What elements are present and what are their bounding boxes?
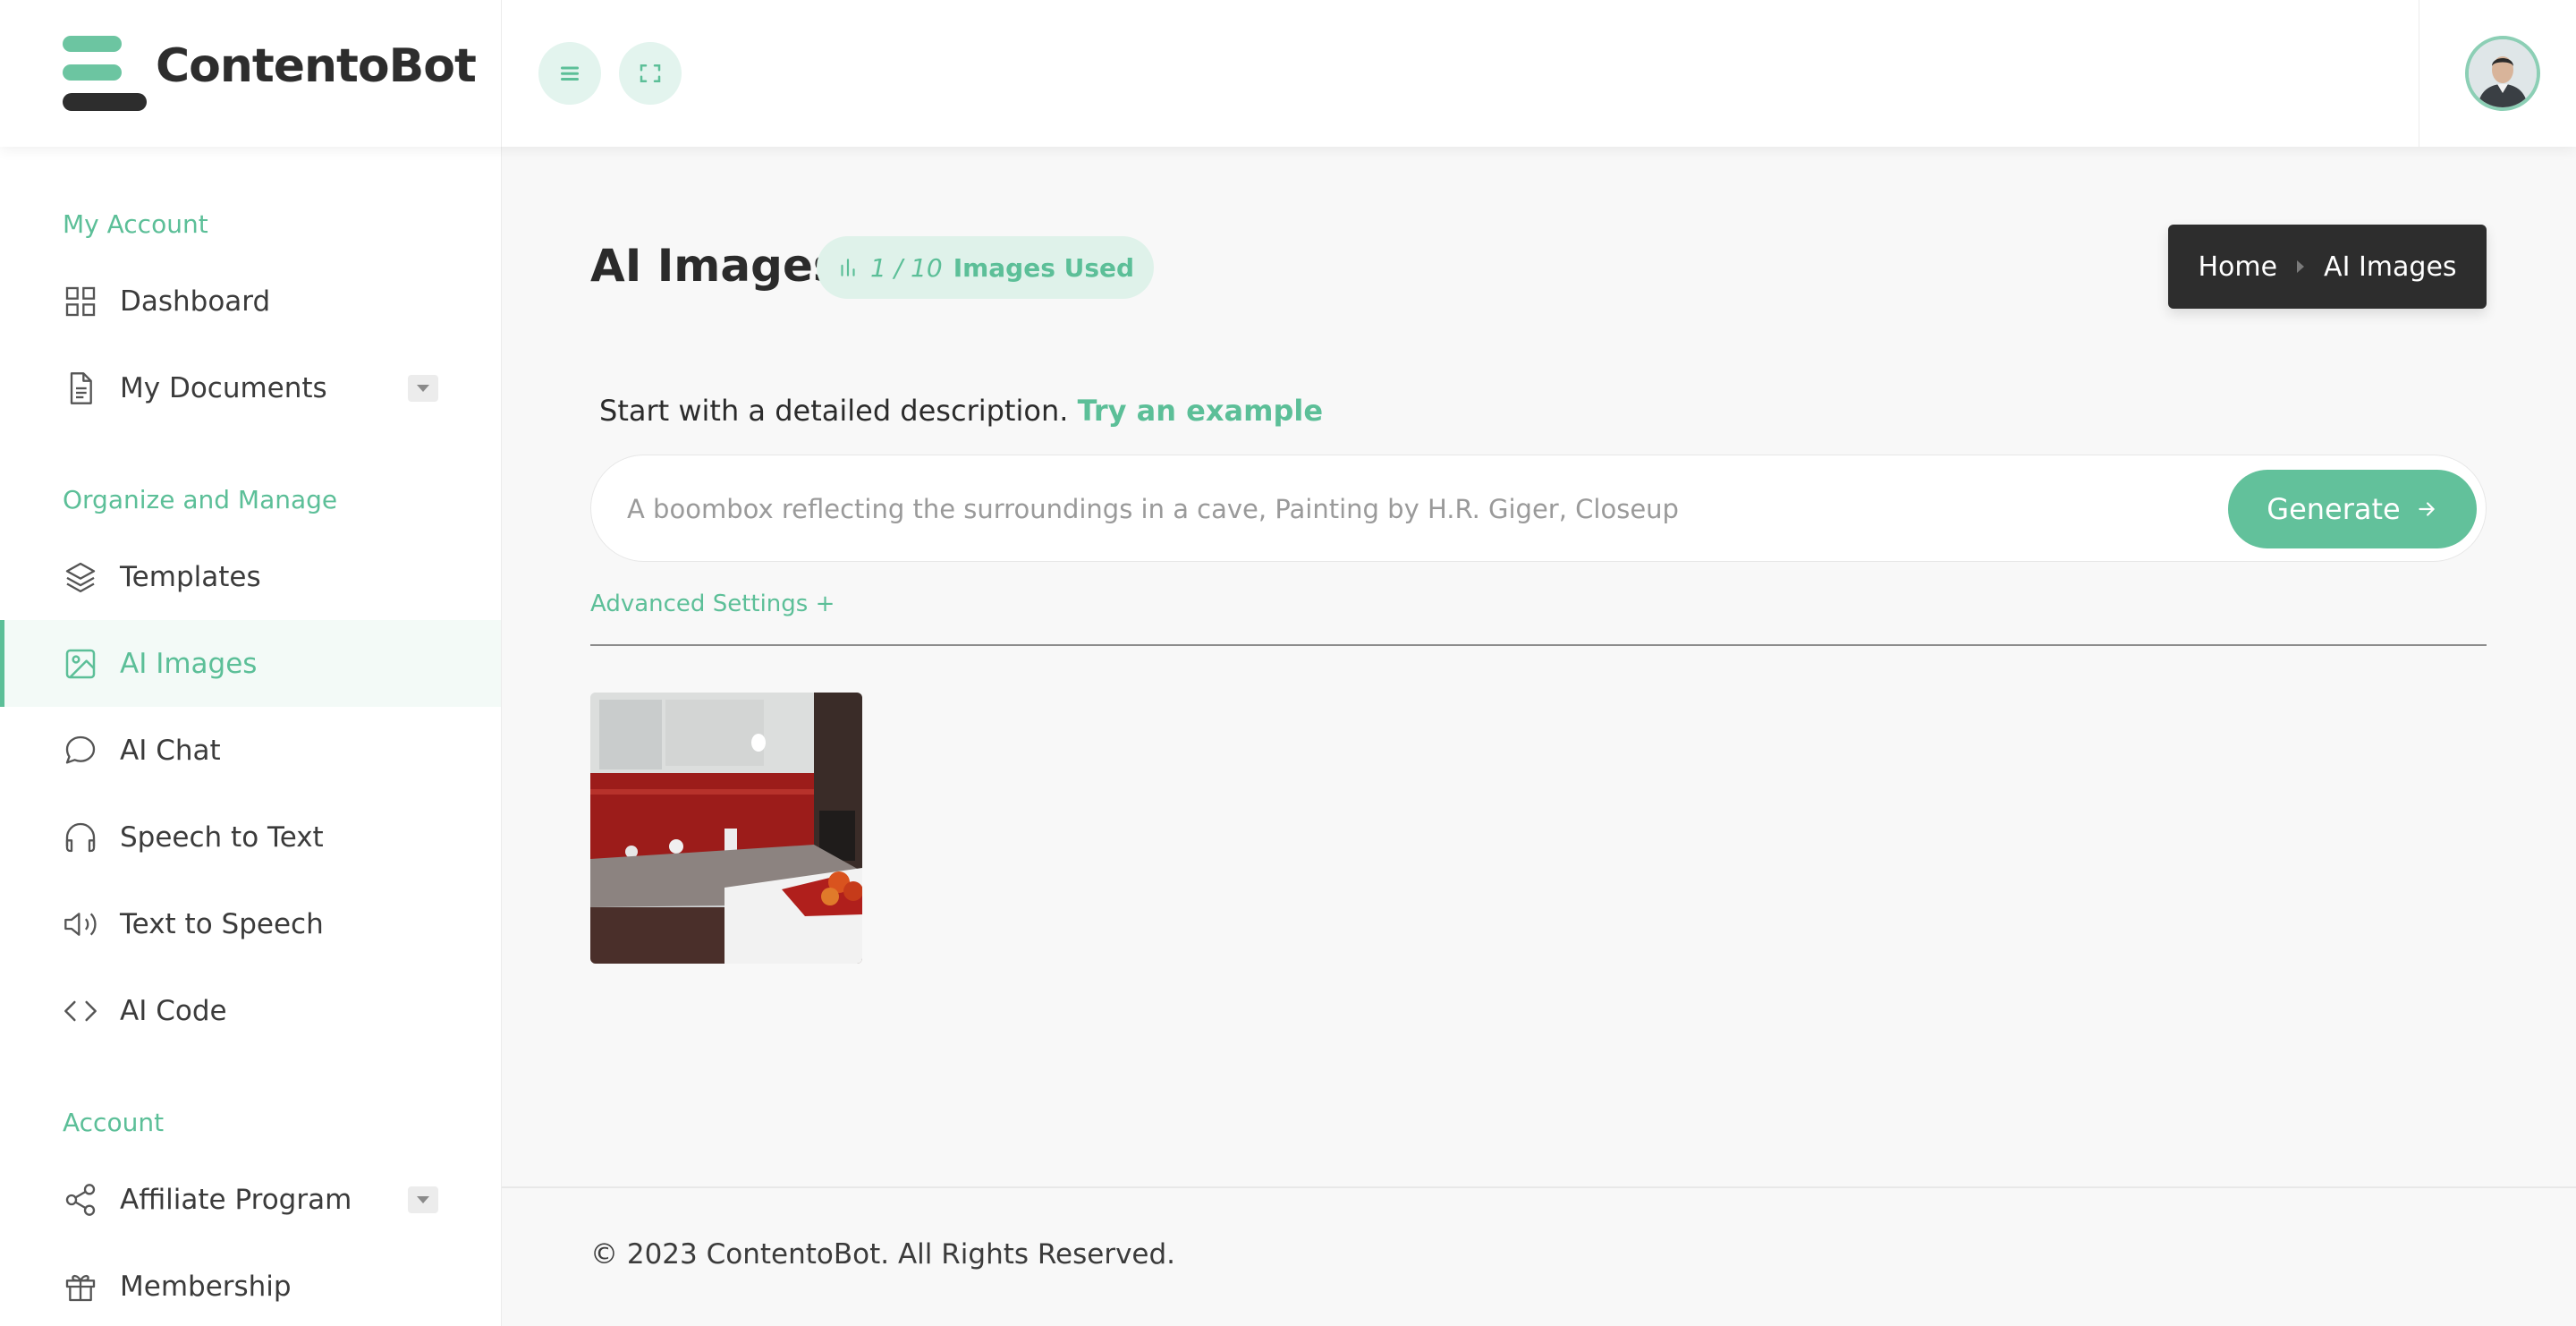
- sidebar-item-label: Text to Speech: [120, 907, 324, 940]
- sidebar-section-title: Account: [63, 1108, 165, 1137]
- content-divider: [590, 644, 2487, 646]
- chevron-right-icon: [2297, 260, 2305, 273]
- sidebar-item-templates[interactable]: Templates: [0, 533, 501, 620]
- generate-button-label: Generate: [2267, 492, 2401, 526]
- sidebar-item-label: AI Code: [120, 994, 227, 1027]
- chevron-down-icon[interactable]: [408, 374, 438, 402]
- sidebar-item-ai-images[interactable]: AI Images: [0, 620, 501, 707]
- sidebar-section-title: My Account: [63, 209, 208, 239]
- app-root: ContentoBot My Account Dashboard My Docu…: [0, 0, 2576, 1326]
- chat-bubble-icon: [63, 733, 98, 769]
- sidebar-item-text-to-speech[interactable]: Text to Speech: [0, 880, 501, 967]
- top-bar: ContentoBot: [0, 0, 2576, 147]
- layers-icon: [63, 559, 98, 595]
- gift-icon: [63, 1269, 98, 1305]
- sidebar-item-label: Templates: [120, 560, 261, 593]
- speaker-icon: [63, 906, 98, 942]
- sidebar-item-label: AI Chat: [120, 734, 221, 767]
- prompt-hint: Start with a detailed description. Try a…: [599, 394, 1323, 428]
- page-title: AI Images: [590, 240, 840, 292]
- sidebar-section-title: Organize and Manage: [63, 485, 338, 514]
- sidebar-item-label: AI Images: [120, 647, 258, 680]
- prompt-container: Generate: [590, 455, 2487, 562]
- generated-image-thumbnail[interactable]: [590, 693, 862, 964]
- grid-icon: [63, 284, 98, 319]
- share-icon: [63, 1182, 98, 1218]
- sidebar-item-ai-code[interactable]: AI Code: [0, 967, 501, 1054]
- chevron-down-icon[interactable]: [408, 1186, 438, 1213]
- brand-name: ContentoBot: [156, 39, 477, 93]
- footer: © 2023 ContentoBot. All Rights Reserved.: [502, 1186, 2576, 1326]
- try-example-link[interactable]: Try an example: [1078, 394, 1323, 428]
- sidebar-item-affiliate-program[interactable]: Affiliate Program: [0, 1156, 501, 1243]
- breadcrumb-home[interactable]: Home: [2198, 251, 2277, 283]
- brand[interactable]: ContentoBot: [0, 0, 502, 147]
- sidebar-item-label: Affiliate Program: [120, 1183, 352, 1216]
- advanced-settings-toggle[interactable]: Advanced Settings +: [590, 591, 835, 617]
- fullscreen-icon: [640, 64, 661, 82]
- sidebar-item-label: Dashboard: [120, 285, 271, 318]
- headphones-icon: [63, 820, 98, 855]
- usage-label: Images Used: [953, 252, 1135, 283]
- breadcrumb-current: AI Images: [2324, 251, 2457, 283]
- user-photo-icon: [2469, 39, 2537, 107]
- sidebar-item-my-documents[interactable]: My Documents: [0, 344, 501, 431]
- code-icon: [63, 993, 98, 1029]
- copyright-text: © 2023 ContentoBot. All Rights Reserved.: [590, 1238, 1176, 1271]
- usage-count: 1 / 10: [870, 252, 943, 283]
- sidebar-item-label: Membership: [120, 1270, 292, 1303]
- hamburger-icon: [561, 66, 579, 81]
- user-avatar[interactable]: [2465, 36, 2540, 111]
- prompt-hint-text: Start with a detailed description.: [599, 394, 1069, 428]
- image-icon: [63, 646, 98, 682]
- generate-button[interactable]: Generate: [2228, 470, 2477, 548]
- usage-badge: 1 / 10 Images Used: [817, 236, 1155, 299]
- brand-logo-icon: [63, 36, 147, 111]
- prompt-input[interactable]: [627, 482, 2148, 536]
- bar-chart-icon: [841, 259, 855, 276]
- kitchen-image: [590, 693, 862, 964]
- sidebar: My Account Dashboard My Documents Organi…: [0, 147, 502, 1326]
- sidebar-item-membership[interactable]: Membership: [0, 1243, 501, 1326]
- arrow-right-icon: [2419, 502, 2435, 516]
- sidebar-item-label: Speech to Text: [120, 820, 324, 854]
- breadcrumb: Home AI Images: [2168, 225, 2487, 309]
- sidebar-item-speech-to-text[interactable]: Speech to Text: [0, 794, 501, 880]
- sidebar-item-dashboard[interactable]: Dashboard: [0, 258, 501, 344]
- menu-toggle-button[interactable]: [538, 42, 601, 105]
- fullscreen-button[interactable]: [619, 42, 682, 105]
- sidebar-item-ai-chat[interactable]: AI Chat: [0, 707, 501, 794]
- document-icon: [63, 370, 98, 406]
- sidebar-item-label: My Documents: [120, 371, 327, 404]
